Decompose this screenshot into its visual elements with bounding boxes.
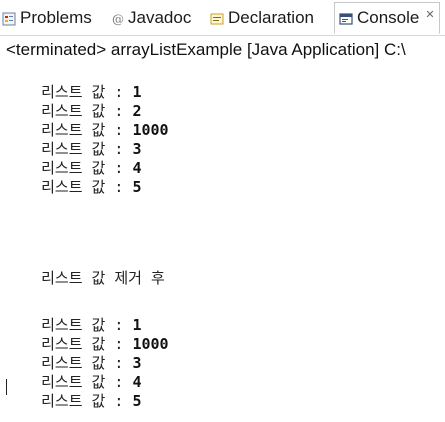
tab-problems-label: Problems	[20, 8, 92, 27]
output-value: 5	[132, 392, 142, 410]
output-value: 5	[132, 178, 142, 196]
list-item: 리스트 값 : 1	[5, 297, 141, 334]
tab-declaration-label: Declaration	[228, 8, 314, 27]
declaration-icon	[210, 11, 224, 25]
close-icon[interactable]: ✕	[425, 8, 434, 21]
problems-icon	[2, 11, 16, 26]
tab-problems[interactable]: Problems	[2, 6, 92, 30]
tab-javadoc-label: Javadoc	[128, 8, 192, 27]
separator-line: 리스트 값 제거 후	[5, 250, 165, 287]
svg-text:@: @	[112, 12, 124, 26]
list-item: 리스트 값 : 3	[5, 121, 141, 158]
separator-text: 리스트 값 제거 후	[41, 269, 165, 287]
view-tab-bar: Problems @ Javadoc Declaration Console ✕	[0, 0, 445, 36]
list-item: 리스트 값 : 1000	[5, 316, 168, 353]
tab-declaration[interactable]: Declaration	[210, 6, 314, 30]
tab-javadoc[interactable]: @ Javadoc	[110, 6, 191, 30]
text-cursor	[6, 379, 7, 395]
tab-console[interactable]: Console ✕	[334, 2, 440, 34]
list-item: 리스트 값 : 4	[5, 140, 141, 177]
output-label: 리스트 값 :	[41, 392, 133, 410]
tab-console-label: Console	[357, 8, 420, 27]
list-item: 리스트 값 : 2	[5, 83, 141, 120]
console-icon	[339, 11, 353, 25]
list-item: 리스트 값 : 3	[5, 335, 141, 372]
list-item: 리스트 값 : 5	[5, 373, 141, 410]
list-item: 리스트 값 : 4	[5, 354, 141, 391]
list-item: 리스트 값 : 1	[5, 64, 141, 101]
console-status-header: <terminated> arrayListExample [Java Appl…	[6, 40, 406, 59]
output-label: 리스트 값 :	[41, 178, 133, 196]
list-item: 리스트 값 : 1000	[5, 102, 168, 139]
list-item: 리스트 값 : 5	[5, 159, 141, 196]
javadoc-icon: @	[110, 11, 124, 26]
